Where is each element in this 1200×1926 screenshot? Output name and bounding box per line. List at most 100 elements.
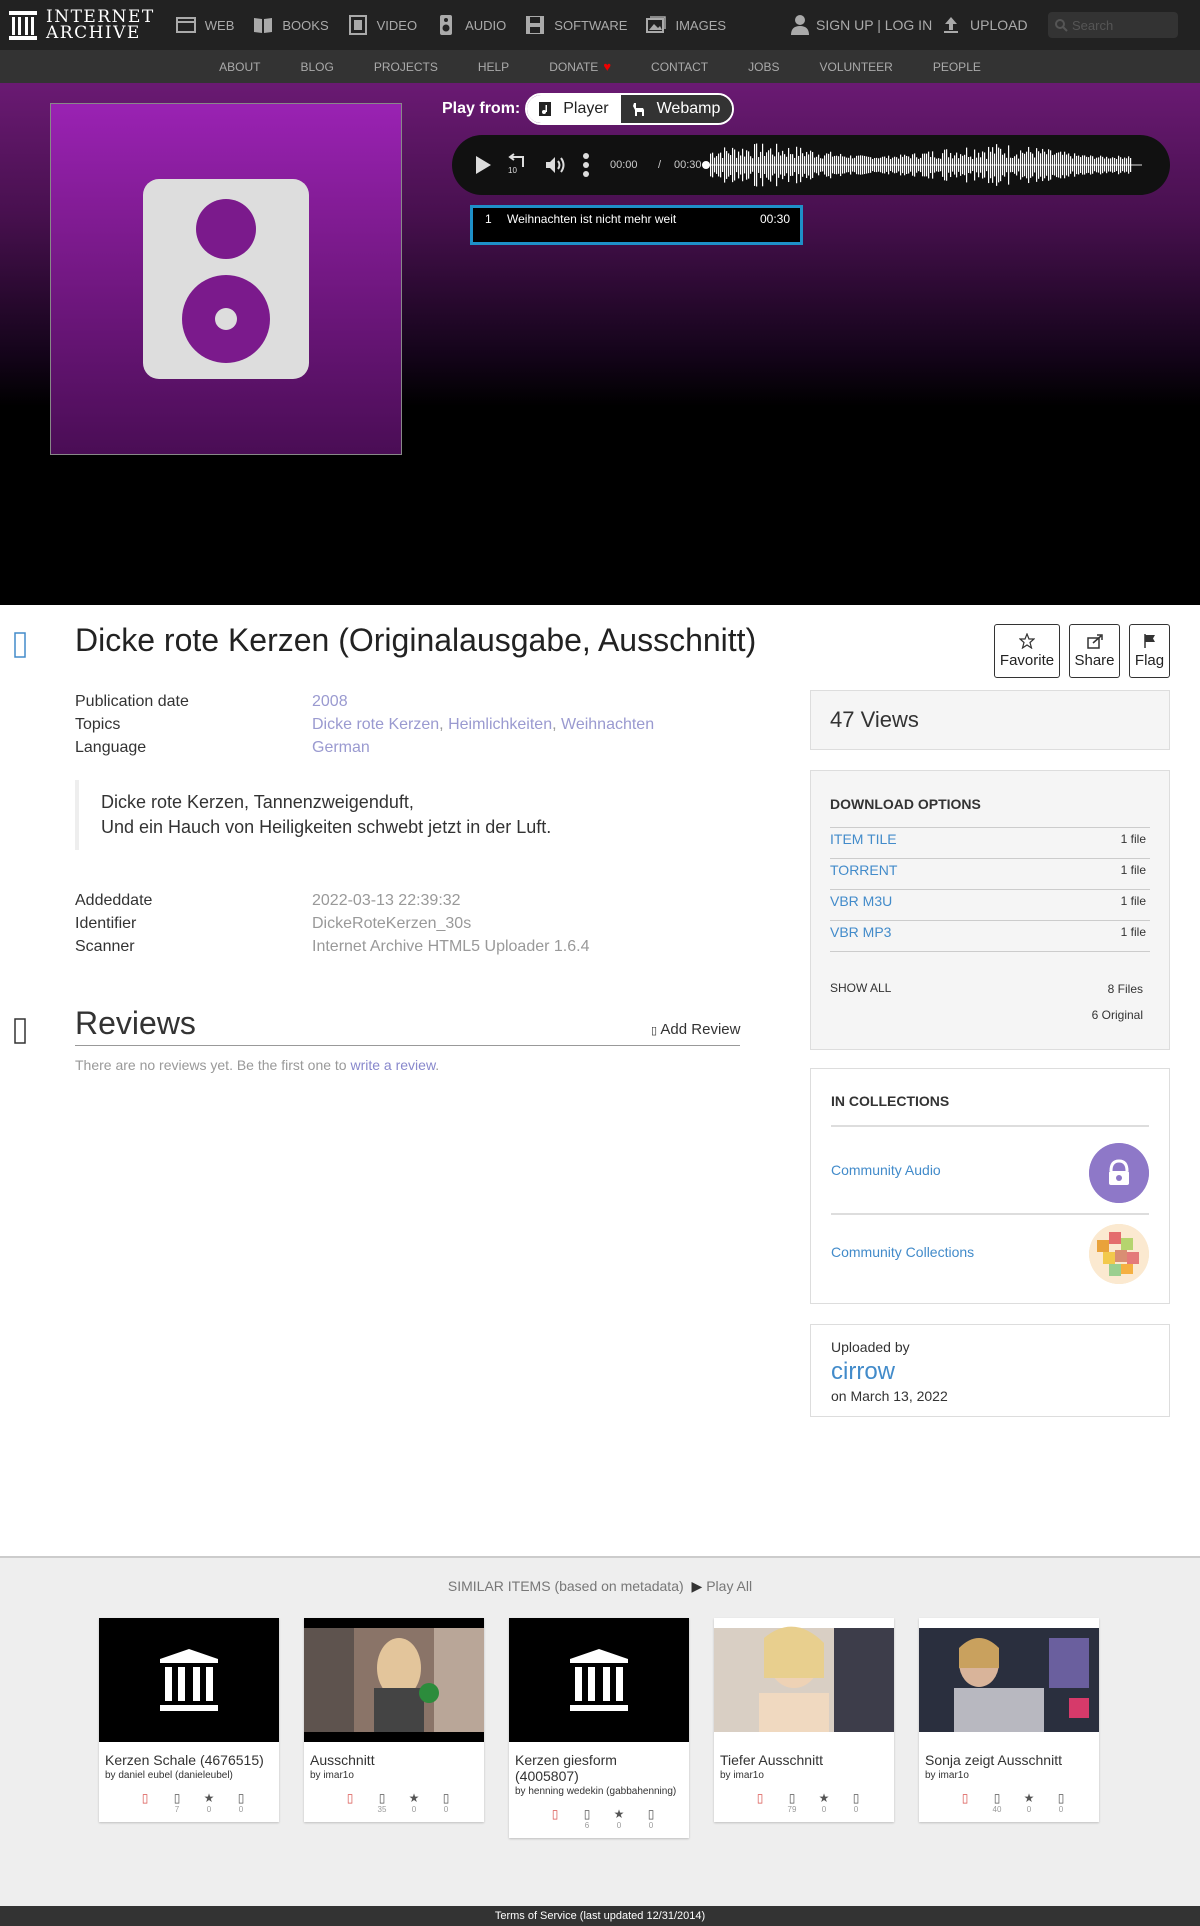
meta-row-language: Language German <box>75 736 654 759</box>
play-all-label: Play All <box>706 1578 753 1594</box>
similar-item-author: by henning wedekin (gabbahenning) <box>515 1786 677 1797</box>
share-icon <box>1086 634 1103 649</box>
rewind-10-icon[interactable]: 10 <box>507 153 527 175</box>
meta-key: Addeddate <box>75 892 153 909</box>
subnav-blog[interactable]: BLOG <box>300 60 333 74</box>
download-option-label[interactable]: TORRENT <box>830 862 897 878</box>
download-option[interactable]: ITEM TILE 1 file <box>830 829 1146 849</box>
community-audio-thumbnail[interactable] <box>1089 1143 1149 1203</box>
audio-cover-art <box>50 103 402 455</box>
topic-link[interactable]: Heimlichkeiten <box>448 716 552 733</box>
eye-icon: ▯ <box>173 1791 181 1805</box>
audio-waveform[interactable] <box>702 143 1142 187</box>
reviews-count: 0 <box>443 1805 449 1814</box>
nav-images-label: IMAGES <box>675 17 727 33</box>
nav-web[interactable]: WEB <box>175 0 234 50</box>
upload-label: UPLOAD <box>970 17 1028 33</box>
seek-handle[interactable] <box>702 161 710 169</box>
uploader-link[interactable]: cirrow <box>831 1358 895 1386</box>
write-review-link[interactable]: write a review <box>350 1057 435 1073</box>
nav-video[interactable]: VIDEO <box>347 0 417 50</box>
community-collections-thumbnail[interactable] <box>1089 1224 1149 1284</box>
add-review-button[interactable]: ▯ Add Review <box>651 1021 740 1038</box>
user-icon <box>791 15 809 35</box>
similar-item-card[interactable]: Ausschnitt by imar1o ▯ ▯ 35 ★ 0 ▯ 0 <box>304 1618 484 1822</box>
nav-books[interactable]: BOOKS <box>252 0 329 50</box>
share-button[interactable]: Share <box>1069 624 1120 678</box>
more-options-icon[interactable] <box>582 152 590 178</box>
similar-item-author: by imar1o <box>720 1770 764 1781</box>
views-count: 6 <box>584 1821 590 1830</box>
track-item[interactable]: 1 Weihnachten ist nicht mehr weit 00:30 <box>470 205 803 245</box>
upload-date: on March 13, 2022 <box>831 1388 948 1404</box>
meta-value: Internet Archive HTML5 Uploader 1.6.4 <box>312 938 590 955</box>
nav-images[interactable]: IMAGES <box>645 0 726 50</box>
download-option[interactable]: TORRENT 1 file <box>830 860 1146 880</box>
download-option[interactable]: VBR M3U 1 file <box>830 891 1146 911</box>
audio-icon <box>440 15 453 35</box>
player-option[interactable]: Player <box>527 95 621 123</box>
publication-date-link[interactable]: 2008 <box>312 693 348 710</box>
favorites-stat: ★ 0 <box>603 1807 635 1830</box>
footer-terms[interactable]: Terms of Service (last updated 12/31/201… <box>0 1906 1200 1926</box>
subnav-donate[interactable]: DONATE ♥ <box>549 59 611 74</box>
signup-login-link[interactable]: SIGN UP | LOG IN <box>790 0 932 50</box>
no-reviews-message: There are no reviews yet. Be the first o… <box>75 1057 439 1073</box>
play-all-button[interactable]: ▶ Play All <box>692 1578 753 1594</box>
meta-row-identifier: Identifier DickeRoteKerzen_30s <box>75 912 589 935</box>
show-all-link[interactable]: SHOW ALL <box>830 981 891 995</box>
download-option[interactable]: VBR MP3 1 file <box>830 922 1146 942</box>
internet-archive-logo[interactable]: INTERNET ARCHIVE <box>0 0 155 50</box>
similar-items-section: SIMILAR ITEMS (based on metadata) ▶ Play… <box>0 1556 1200 1906</box>
search-input[interactable] <box>1072 17 1172 33</box>
subnav-projects[interactable]: PROJECTS <box>374 60 438 74</box>
download-option-label[interactable]: VBR MP3 <box>830 924 891 940</box>
download-option-label[interactable]: VBR M3U <box>830 893 892 909</box>
nav-software[interactable]: SOFTWARE <box>524 0 627 50</box>
divider <box>830 827 1150 828</box>
divider <box>830 858 1150 859</box>
subnav-about[interactable]: ABOUT <box>219 60 260 74</box>
similar-item-card[interactable]: Kerzen Schale (4676515) by daniel eubel … <box>99 1618 279 1822</box>
upload-icon <box>944 17 958 33</box>
archive-building-icon <box>160 1649 218 1711</box>
upload-button[interactable]: UPLOAD <box>942 0 1028 50</box>
flag-button[interactable]: Flag <box>1129 624 1170 678</box>
volume-icon[interactable] <box>545 155 567 175</box>
views-count: 40 <box>992 1805 1002 1814</box>
views-stat: ▯ 40 <box>981 1791 1013 1814</box>
logo-line2: ARCHIVE <box>46 23 141 43</box>
webamp-option-label: Webamp <box>656 100 721 117</box>
collection-link-community-audio[interactable]: Community Audio <box>831 1162 941 1178</box>
topic-link[interactable]: Weihnachten <box>561 716 654 733</box>
favorite-button[interactable]: Favorite <box>994 624 1060 678</box>
views-stat: ▯ 6 <box>571 1807 603 1830</box>
similar-item-title: Ausschnitt <box>310 1752 375 1768</box>
subnav-jobs[interactable]: JOBS <box>748 60 779 74</box>
download-option-label[interactable]: ITEM TILE <box>830 831 897 847</box>
similar-item-card[interactable]: Tiefer Ausschnitt by imar1o ▯ ▯ 79 ★ 0 ▯ 0 <box>714 1618 894 1822</box>
topic-link[interactable]: Dicke rote Kerzen <box>312 716 439 733</box>
subnav-volunteer[interactable]: VOLUNTEER <box>819 60 892 74</box>
collection-link-community-collections[interactable]: Community Collections <box>831 1244 974 1260</box>
subnav-help[interactable]: HELP <box>478 60 509 74</box>
archive-building-icon <box>570 1649 628 1711</box>
audio-type-icon: ▯ <box>141 1791 149 1805</box>
search-box[interactable] <box>1048 12 1178 38</box>
subnav-people[interactable]: PEOPLE <box>933 60 981 74</box>
star-icon: ★ <box>613 1807 625 1821</box>
webamp-option[interactable]: Webamp <box>620 95 733 123</box>
views-count: 35 <box>377 1805 387 1814</box>
similar-item-card[interactable]: Sonja zeigt Ausschnitt by imar1o ▯ ▯ 40 ★… <box>919 1618 1099 1822</box>
play-from-selector: Play from: Player Webamp <box>442 93 735 125</box>
meta-key: Language <box>75 739 147 756</box>
mediatype-stat: ▯ <box>334 1791 366 1814</box>
item-description: Dicke rote Kerzen, Tannenzweigenduft, Un… <box>75 780 745 850</box>
language-link[interactable]: German <box>312 739 370 756</box>
subnav-contact[interactable]: CONTACT <box>651 60 708 74</box>
similar-items-heading: SIMILAR ITEMS (based on metadata) ▶ Play… <box>0 1578 1200 1595</box>
flag-label: Flag <box>1134 652 1165 669</box>
play-icon[interactable] <box>474 155 492 175</box>
similar-item-card[interactable]: Kerzen giesform (4005807) by henning wed… <box>509 1618 689 1838</box>
nav-audio[interactable]: AUDIO <box>435 0 506 50</box>
